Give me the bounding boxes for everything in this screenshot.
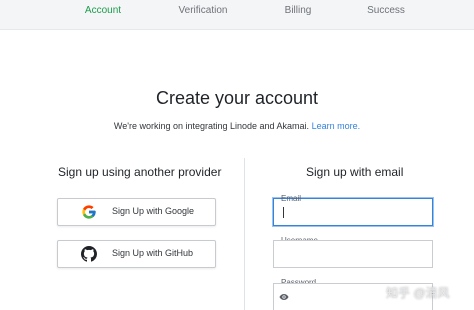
page-subtitle: We're working on integrating Linode and … xyxy=(0,121,474,131)
google-signup-button[interactable]: Sign Up with Google xyxy=(57,198,216,226)
google-button-label: Sign Up with Google xyxy=(112,206,195,216)
column-divider xyxy=(244,158,245,310)
github-signup-button[interactable]: Sign Up with GitHub xyxy=(57,240,216,268)
step-success: Success xyxy=(367,5,405,16)
github-icon xyxy=(81,246,97,262)
subtitle-text: We're working on integrating Linode and … xyxy=(113,121,310,131)
step-billing: Billing xyxy=(284,5,312,16)
provider-heading: Sign up using another provider xyxy=(58,165,222,179)
google-icon xyxy=(82,205,96,219)
email-field-label: Email xyxy=(281,194,302,203)
steps-divider xyxy=(0,29,474,30)
github-button-label: Sign Up with GitHub xyxy=(112,248,194,258)
step-account: Account xyxy=(84,5,122,16)
signup-steps-bar: Account Verification Billing Success xyxy=(0,0,474,30)
text-caret xyxy=(283,207,284,218)
page-title: Create your account xyxy=(155,88,319,108)
watermark: 知乎 @清风 xyxy=(386,286,450,300)
learn-more-link[interactable]: Learn more. xyxy=(312,121,361,131)
step-verification: Verification xyxy=(178,5,228,16)
email-signup-heading: Sign up with email xyxy=(306,165,404,179)
username-field[interactable] xyxy=(273,240,433,268)
show-password-icon[interactable] xyxy=(279,293,289,301)
